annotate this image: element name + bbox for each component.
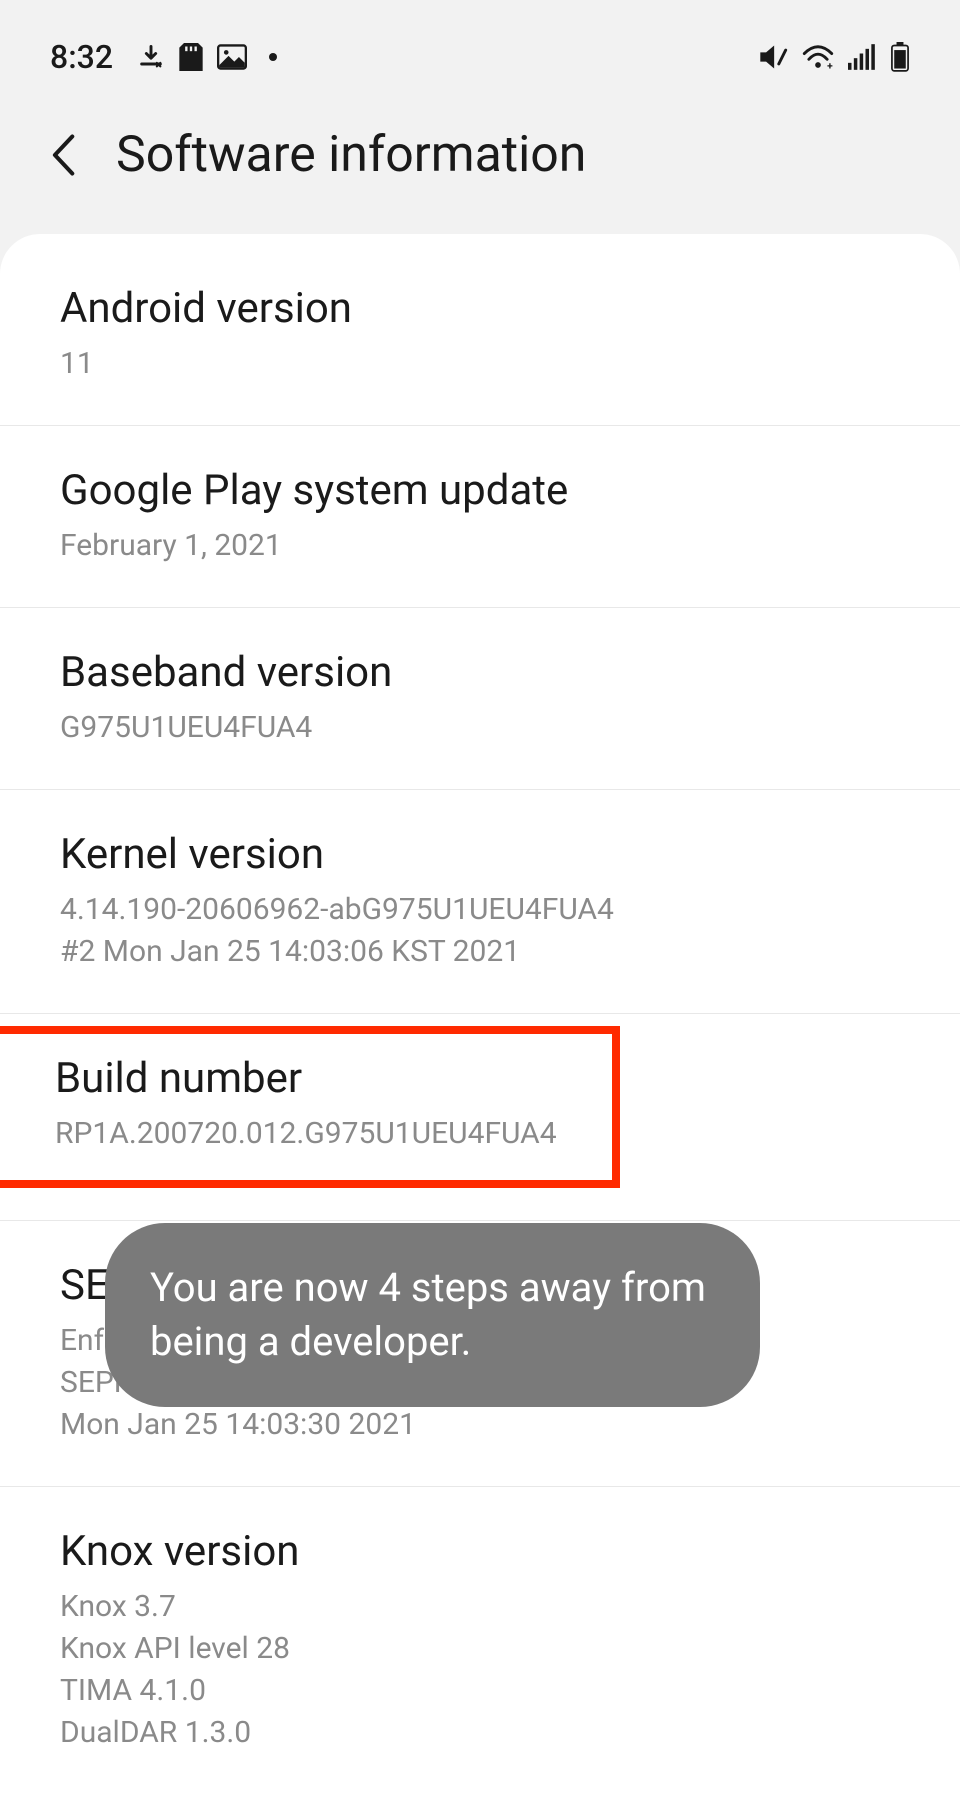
item-build-number-row: Build number RP1A.200720.012.G975U1UEU4F…: [0, 1014, 960, 1221]
status-time: 8:32: [50, 38, 113, 76]
page-title: Software information: [116, 126, 586, 184]
item-title: Kernel version: [60, 830, 900, 879]
mute-icon: [758, 43, 788, 71]
status-right: +: [758, 42, 910, 72]
battery-icon: [890, 42, 910, 72]
item-value: G975U1UEU4FUA4: [60, 707, 900, 749]
wifi-icon: +: [802, 44, 834, 70]
download-icon: [137, 43, 165, 71]
item-build-number[interactable]: Build number RP1A.200720.012.G975U1UEU4F…: [0, 1026, 620, 1188]
page-header: Software information: [0, 96, 960, 234]
sd-card-icon: [179, 43, 203, 71]
more-icon: [269, 53, 277, 61]
status-bar: 8:32: [0, 0, 960, 96]
item-title: Google Play system update: [60, 466, 900, 515]
image-icon: [217, 44, 247, 70]
svg-text:+: +: [827, 60, 833, 70]
item-kernel-version[interactable]: Kernel version 4.14.190-20606962-abG975U…: [0, 790, 960, 1014]
item-value: Knox 3.7 Knox API level 28 TIMA 4.1.0 Du…: [60, 1586, 900, 1754]
item-title: Knox version: [60, 1527, 900, 1576]
item-value: 4.14.190-20606962-abG975U1UEU4FUA4 #2 Mo…: [60, 889, 900, 973]
item-baseband-version[interactable]: Baseband version G975U1UEU4FUA4: [0, 608, 960, 790]
back-button[interactable]: [50, 133, 76, 177]
item-title: Baseband version: [60, 648, 900, 697]
item-title: Build number: [55, 1054, 557, 1103]
item-value: RP1A.200720.012.G975U1UEU4FUA4: [55, 1113, 557, 1155]
item-value: 11: [60, 343, 900, 385]
item-android-version[interactable]: Android version 11: [0, 234, 960, 426]
status-left: 8:32: [50, 38, 277, 76]
toast-message: You are now 4 steps away from being a de…: [105, 1223, 760, 1407]
item-google-play-update[interactable]: Google Play system update February 1, 20…: [0, 426, 960, 608]
signal-icon: [848, 44, 876, 70]
item-value: February 1, 2021: [60, 525, 900, 567]
settings-list: Android version 11 Google Play system up…: [0, 234, 960, 1794]
item-title: Android version: [60, 284, 900, 333]
item-knox-version[interactable]: Knox version Knox 3.7 Knox API level 28 …: [0, 1487, 960, 1794]
